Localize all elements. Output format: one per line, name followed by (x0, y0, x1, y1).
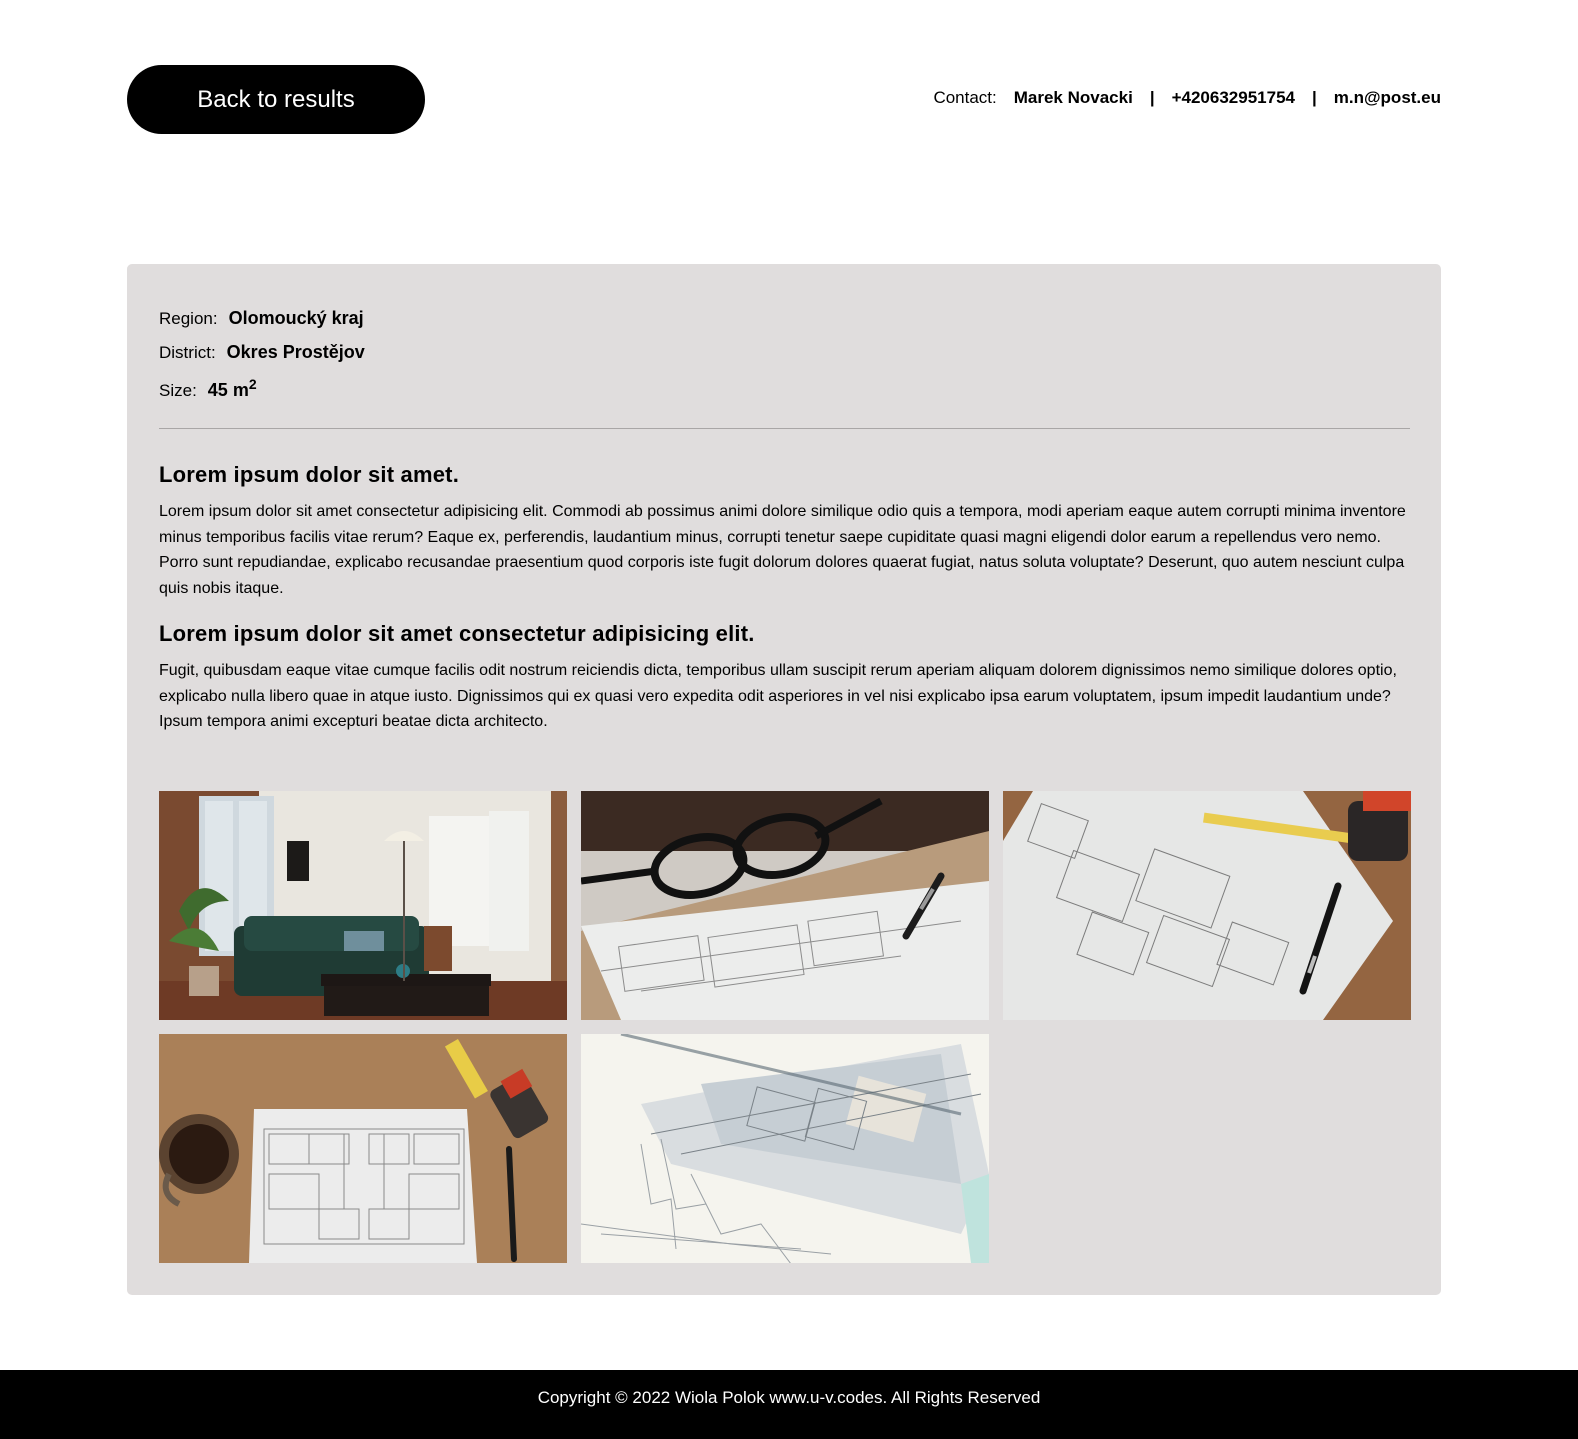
size-exponent: 2 (248, 376, 257, 392)
description-heading-2: Lorem ipsum dolor sit amet consectetur a… (159, 621, 755, 646)
region-value: Olomoucký kraj (228, 308, 364, 328)
contact-separator: | (1311, 88, 1317, 107)
blueprint-glasses-photo[interactable] (581, 791, 989, 1020)
contact-phone[interactable]: +420632951754 (1172, 88, 1295, 108)
property-meta: Region: Olomoucký kraj District: Okres P… (159, 308, 365, 410)
property-card: Region: Olomoucký kraj District: Okres P… (127, 264, 1441, 1295)
description-paragraph-2: Fugit, quibusdam eaque vitae cumque faci… (159, 662, 1397, 730)
contact-name: Marek Novacki (1013, 88, 1133, 107)
contact-label: Contact: (933, 88, 997, 107)
region-label: Region: (159, 309, 218, 328)
floor-plan-tape-photo[interactable] (1003, 791, 1411, 1020)
back-to-results-button[interactable]: Back to results (127, 65, 425, 134)
region-row: Region: Olomoucký kraj (159, 308, 365, 342)
size-number: 45 m (207, 380, 249, 400)
size-label: Size: (159, 381, 197, 400)
floor-plan-coffee-photo[interactable] (159, 1034, 567, 1263)
copyright-text: Copyright © 2022 Wiola Polok www.u-v.cod… (537, 1387, 1041, 1407)
size-row: Size: 45 m2 (159, 376, 365, 410)
district-value: Okres Prostějov (226, 342, 365, 362)
site-footer: Copyright © 2022 Wiola Polok www.u-v.cod… (0, 1370, 1578, 1439)
description-heading-1: Lorem ipsum dolor sit amet. (159, 462, 460, 487)
property-description: Lorem ipsum dolor sit amet. Lorem ipsum … (159, 462, 1419, 755)
section-divider (159, 428, 1410, 429)
description-paragraph-1: Lorem ipsum dolor sit amet consectetur a… (159, 503, 1406, 597)
contact-separator: | (1149, 88, 1155, 107)
district-row: District: Okres Prostějov (159, 342, 365, 376)
contact-email[interactable]: m.n@post.eu (1334, 88, 1441, 108)
architect-sketch-photo[interactable] (581, 1034, 989, 1263)
size-value: 45 m2 (208, 376, 257, 401)
contact-info: Contact: Marek Novacki | +420632951754 |… (933, 88, 1441, 108)
district-label: District: (159, 343, 216, 362)
living-room-photo[interactable] (159, 791, 567, 1020)
photo-gallery (159, 791, 1411, 1263)
